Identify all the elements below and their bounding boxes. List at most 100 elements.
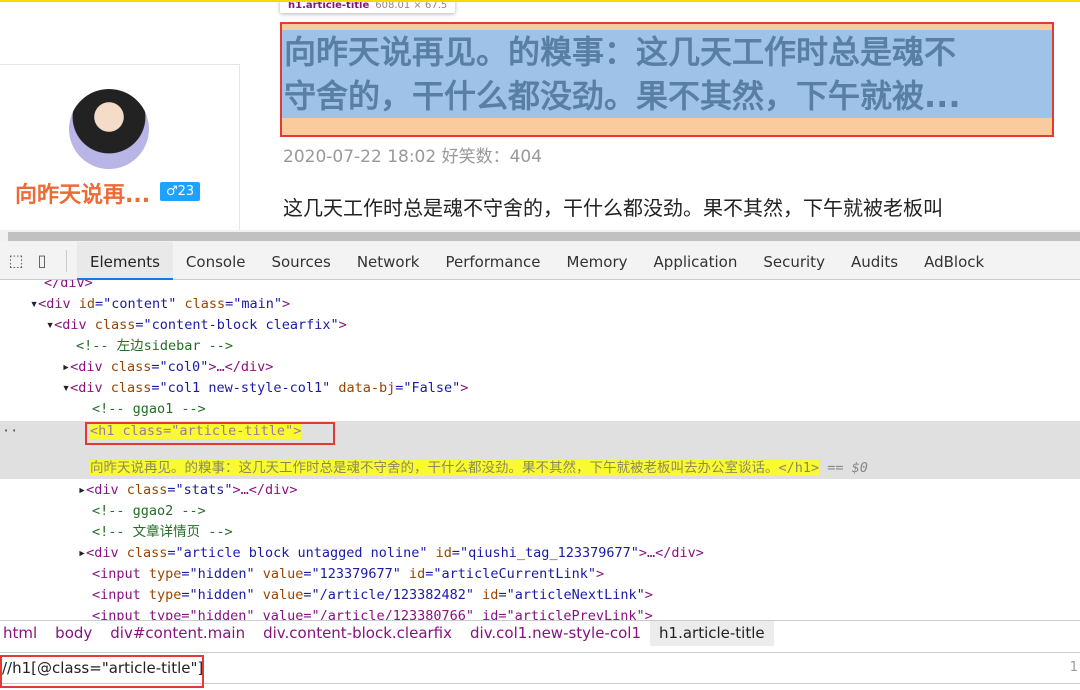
attr-value: ="hidden" — [181, 566, 255, 582]
dom-node[interactable]: ▾<div id="content" class="main"> — [30, 294, 290, 315]
tab-application[interactable]: Application — [641, 242, 751, 280]
attr: class — [94, 317, 136, 333]
tag: <input type="hidden" value="/article/123… — [92, 608, 653, 620]
tab-memory[interactable]: Memory — [554, 242, 641, 280]
device-toolbar-icon[interactable]: ▯ — [32, 251, 52, 271]
tag: > — [282, 296, 291, 312]
attr-value: ="col0" — [151, 359, 209, 375]
attr-value: ="123379677" — [303, 566, 401, 582]
dom-text-node[interactable]: 向昨天说再见。的糗事：这几天工作时总是魂不守舍的，干什么都没劲。果不其然，下午就… — [90, 458, 868, 479]
annotation-box — [0, 655, 204, 688]
annotation-box — [280, 22, 1054, 137]
breadcrumb-item[interactable]: div.col1.new-style-col1 — [461, 621, 650, 646]
article-meta: 2020-07-22 18:02 好笑数：404 — [283, 147, 543, 167]
attr-value: ="qiushi_tag_123379677" — [451, 545, 639, 561]
dom-node[interactable]: ▸<div class="article block untagged noli… — [78, 543, 704, 564]
dom-comment[interactable]: <!-- ggao1 --> — [92, 399, 206, 420]
horizontal-scrollbar[interactable] — [0, 230, 1080, 242]
dom-node[interactable]: ▾<div class="content-block clearfix"> — [46, 315, 347, 336]
dom-node[interactable]: ▸<div class="col0">…</div> — [62, 357, 273, 378]
attr: data-bj — [330, 380, 396, 396]
dom-tree: </div> ▾<div id="content" class="main"> … — [0, 280, 1080, 620]
dom-node[interactable]: <input type="hidden" value="/article/123… — [92, 585, 653, 606]
tab-security[interactable]: Security — [750, 242, 838, 280]
breadcrumb-item[interactable]: html — [0, 621, 46, 646]
attr: class — [110, 380, 152, 396]
tag: <div — [54, 317, 95, 333]
tab-sources[interactable]: Sources — [258, 242, 343, 280]
attr-value: ="main" — [225, 296, 283, 312]
webpage-viewport: 向昨天说再... ♂23 25w好笑 490粉丝 1527糗事 向昨天说再见。的… — [0, 0, 1080, 230]
tag: <input — [92, 587, 149, 603]
user-name[interactable]: 向昨天说再... — [15, 177, 150, 209]
attr: class — [126, 545, 168, 561]
search-match-count: 1 — [1069, 660, 1078, 675]
tab-network[interactable]: Network — [344, 242, 433, 280]
tag: </div> — [44, 280, 93, 291]
gender-age-badge: ♂23 — [160, 182, 201, 201]
tag: <div — [38, 296, 79, 312]
tab-adblock[interactable]: AdBlock — [911, 242, 997, 280]
attr-value: ="content" — [95, 296, 177, 312]
scrollbar-thumb[interactable] — [8, 232, 1080, 241]
annotation-box — [85, 422, 335, 445]
inspect-tooltip: h1.article-title 608.01 × 67.5 — [280, 0, 456, 13]
dom-node[interactable]: ▸<div class="stats">…</div> — [78, 480, 297, 501]
tooltip-tag: h1.article-title — [288, 0, 370, 11]
comment: <!-- ggao2 --> — [92, 503, 206, 519]
dom-node[interactable]: ▾<div class="col1 new-style-col1" data-b… — [62, 378, 468, 399]
breadcrumb-item[interactable]: body — [46, 621, 101, 646]
tooltip-size: 608.01 × 67.5 — [375, 0, 448, 11]
tag: > — [595, 566, 605, 582]
dom-node[interactable]: <input type="hidden" value="123379677" i… — [92, 564, 604, 585]
collapse-arrow-icon[interactable]: ▾ — [46, 317, 54, 333]
tab-console[interactable]: Console — [173, 242, 259, 280]
tag: >…</div> — [638, 545, 704, 561]
attr: class — [176, 296, 226, 312]
collapse-arrow-icon[interactable]: ▾ — [30, 296, 38, 312]
console-ref: == $0 — [819, 460, 868, 476]
breadcrumb: html body div#content.main div.content-b… — [0, 620, 1080, 646]
more-icon[interactable]: ·· — [2, 421, 18, 442]
tag: > — [644, 587, 653, 603]
dom-node[interactable]: <input type="hidden" value="/article/123… — [92, 606, 653, 620]
collapse-arrow-icon[interactable]: ▾ — [62, 380, 70, 396]
expand-arrow-icon[interactable]: ▸ — [78, 482, 86, 498]
comment: <!-- 左边sidebar --> — [76, 338, 234, 354]
comment: <!-- 文章详情页 --> — [92, 524, 233, 540]
comment: <!-- ggao1 --> — [92, 401, 206, 417]
attr: id — [78, 296, 96, 312]
dom-comment[interactable]: <!-- 左边sidebar --> — [76, 336, 233, 357]
attr-value: ="False" — [395, 380, 461, 396]
attr-value: ="content-block clearfix" — [135, 317, 339, 333]
tag: >…</div> — [232, 482, 298, 498]
avatar[interactable] — [69, 89, 149, 169]
attr: id — [427, 545, 452, 561]
tag: > — [460, 380, 469, 396]
dom-comment[interactable]: <!-- 文章详情页 --> — [92, 522, 233, 543]
tag: >…</div> — [208, 359, 274, 375]
attr: id — [474, 587, 499, 603]
tag: <div — [70, 359, 111, 375]
tab-performance[interactable]: Performance — [432, 242, 553, 280]
attr: type — [148, 566, 182, 582]
breadcrumb-item[interactable]: div#content.main — [101, 621, 254, 646]
dom-node[interactable]: </div> — [44, 280, 93, 294]
attr: class — [126, 482, 168, 498]
attr: value — [254, 587, 304, 603]
breadcrumb-item-current[interactable]: h1.article-title — [650, 621, 774, 646]
attr: value — [254, 566, 304, 582]
dom-comment[interactable]: <!-- ggao2 --> — [92, 501, 206, 522]
breadcrumb-item[interactable]: div.content-block.clearfix — [254, 621, 461, 646]
inspect-element-icon[interactable]: ⬚ — [6, 251, 26, 271]
tag: <input — [92, 566, 149, 582]
tab-elements[interactable]: Elements — [77, 241, 173, 280]
text-content: 向昨天说再见。的糗事：这几天工作时总是魂不守舍的，干什么都没劲。果不其然，下午就… — [90, 460, 820, 476]
tab-audits[interactable]: Audits — [838, 242, 911, 280]
attr: type — [148, 587, 182, 603]
tag: <div — [70, 380, 111, 396]
expand-arrow-icon[interactable]: ▸ — [78, 545, 86, 561]
attr-value: ="article block untagged noline" — [167, 545, 428, 561]
expand-arrow-icon[interactable]: ▸ — [62, 359, 70, 375]
attr-value: ="articleNextLink" — [498, 587, 645, 603]
